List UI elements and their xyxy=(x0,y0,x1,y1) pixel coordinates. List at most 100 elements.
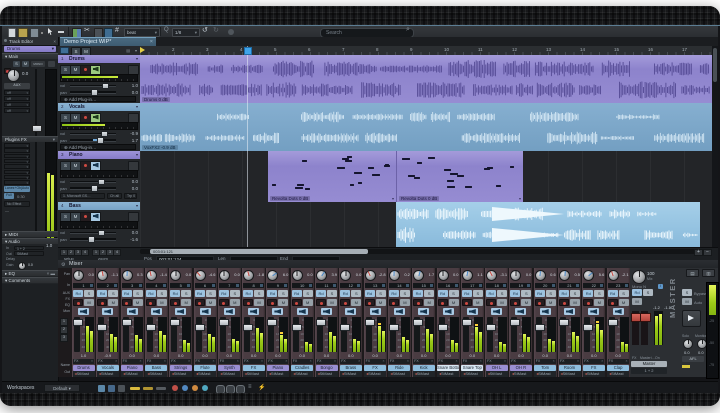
mute-button[interactable]: M xyxy=(108,299,119,306)
clear-icon[interactable]: × xyxy=(115,359,117,364)
range-preset-button[interactable]: 4 xyxy=(113,249,121,256)
mixer-channel-strip[interactable]: -2.8 13 Rd S M 05102040 0.0 ×FX FX ◂StMa… xyxy=(363,268,387,377)
fader-track[interactable] xyxy=(607,317,618,352)
fade-handle-icon[interactable]: ▾ xyxy=(519,196,521,201)
lock-icon[interactable] xyxy=(128,160,139,171)
vocals-clip[interactable]: VoxFX2 -0.9 dB xyxy=(140,103,712,152)
fx-slot[interactable]: × FX xyxy=(583,358,605,364)
channel-name-tag[interactable]: Ride xyxy=(388,364,411,371)
monitor-speaker-icon[interactable] xyxy=(90,211,101,222)
solo-button[interactable]: S xyxy=(521,290,532,297)
monitor-solo-button[interactable]: S xyxy=(682,289,692,296)
read-automation-button[interactable]: Rd xyxy=(340,290,351,297)
fx-slot[interactable]: × FX xyxy=(388,358,410,364)
fx-slot[interactable]: × FX xyxy=(559,358,580,364)
mono-button[interactable]: MONO xyxy=(31,61,45,67)
solo-button[interactable]: S xyxy=(618,290,629,297)
master-name-tag[interactable]: Master xyxy=(631,361,667,367)
fader-track[interactable] xyxy=(267,317,278,352)
aux-send-slot[interactable]: off xyxy=(4,108,30,113)
mixer-channel-strip[interactable]: 0.0 16 Rd S M 05102040 0.0 ×FX Snare Bot… xyxy=(436,268,460,377)
mute-button[interactable]: M xyxy=(497,299,508,306)
pan-slider[interactable]: pan -1.6 xyxy=(58,236,140,243)
output-bus[interactable]: ◂StMast xyxy=(582,371,605,377)
output-bus[interactable]: ◂StMast xyxy=(96,371,119,377)
piano-clip-1[interactable]: Revolta Dots 0 dB ▾ xyxy=(268,151,397,202)
solo-button[interactable]: S xyxy=(156,290,167,297)
read-automation-button[interactable]: Rd xyxy=(583,290,594,297)
master-fx-label[interactable]: FX xyxy=(632,356,636,360)
plugin-slot[interactable] xyxy=(4,180,30,185)
clear-icon[interactable]: × xyxy=(358,359,360,364)
clear-icon[interactable]: × xyxy=(553,359,555,364)
plugin-slot[interactable] xyxy=(4,148,30,153)
master-solo-button[interactable]: S xyxy=(643,289,653,296)
fader-track[interactable] xyxy=(194,317,205,352)
instrument-dropdown[interactable]: 1. Microsoft GS… xyxy=(60,193,105,199)
workspaces-label[interactable]: Workspaces xyxy=(7,385,34,391)
chevron-down-icon[interactable]: ▾ xyxy=(136,104,138,109)
channel-name-tag[interactable]: OH R xyxy=(509,364,532,371)
afl-button[interactable]: AFL xyxy=(682,356,704,362)
clear-icon[interactable]: × xyxy=(237,359,239,364)
pan-fader-track[interactable] xyxy=(35,69,37,237)
output-bus[interactable]: ◂StMast xyxy=(169,371,192,377)
output-bus[interactable]: ◂StMast xyxy=(339,371,362,377)
auto-label[interactable]: Auto xyxy=(694,300,702,305)
record-button[interactable] xyxy=(486,299,497,306)
fx-slot[interactable]: × FX xyxy=(291,358,313,364)
volume-knob[interactable] xyxy=(7,69,20,82)
solo-button[interactable]: S xyxy=(399,290,410,297)
fader-track[interactable] xyxy=(583,317,594,352)
fx-slot[interactable]: × FX xyxy=(461,358,483,364)
grid-view-icon[interactable] xyxy=(98,384,105,392)
pan-fader-handle[interactable] xyxy=(32,125,42,132)
mixer-channel-strip[interactable]: 0.0 5 Rd S M 05102040 0.0 ×FX Strings ◂S… xyxy=(169,268,193,377)
fx-slot[interactable]: × FX xyxy=(267,358,289,364)
clear-icon[interactable]: × xyxy=(140,359,142,364)
output-bus[interactable]: ◂StMast xyxy=(266,371,289,377)
fx-slot[interactable]: × FX xyxy=(73,358,94,364)
mixer-channel-strip[interactable]: 6.0 9 Rd S M 05102040 0.0 ×FX Piano ◂StM… xyxy=(266,268,290,377)
track-title-bar[interactable]: 4 Bass ▾ xyxy=(58,202,140,210)
mute-button[interactable]: M xyxy=(327,299,337,306)
mute-button[interactable]: M xyxy=(156,299,167,306)
lock-icon[interactable] xyxy=(128,211,139,222)
marker-flag-icon[interactable] xyxy=(140,47,145,53)
solo-button[interactable]: S xyxy=(594,290,605,297)
section-main-header[interactable]: ▾ Main xyxy=(2,53,58,59)
mixer-channel-strip[interactable]: 3.9 11 Rd S M 05102040 0.0 ×FX Bongo ◂St… xyxy=(315,268,338,377)
output-bus[interactable]: ◂StMast xyxy=(242,371,265,377)
record-button[interactable] xyxy=(218,299,229,306)
plugin-slot[interactable] xyxy=(4,169,30,174)
record-button[interactable] xyxy=(583,299,594,306)
mixer-view-button[interactable]: 1 xyxy=(60,318,68,326)
mixer-channel-strip[interactable]: -1.1 2 Rd S M 05102040 -0.9 ×FX Vocals ◂… xyxy=(96,268,120,377)
fader-track[interactable] xyxy=(243,317,254,352)
channel-name-tag[interactable]: Brass xyxy=(339,364,362,371)
channel-name-tag[interactable]: Cradles xyxy=(291,364,314,371)
monitor-speaker-button[interactable] xyxy=(418,308,430,315)
mute-button[interactable]: M xyxy=(399,299,410,306)
channel-name-tag[interactable]: FX xyxy=(364,364,387,371)
monitor-speaker-button[interactable] xyxy=(78,308,89,315)
solo-button[interactable]: S xyxy=(424,290,435,297)
read-automation-button[interactable]: Rd xyxy=(534,290,545,297)
grid-mode-dropdown[interactable]: ▾ beat xyxy=(124,27,160,37)
monitor-speaker-button[interactable] xyxy=(491,308,503,315)
channel-name-tag[interactable]: Piano xyxy=(266,364,289,371)
fx-slot[interactable]: × FX xyxy=(607,358,629,364)
mute-button[interactable]: M xyxy=(351,299,362,306)
piano-lane[interactable]: Revolta Dots 0 dB ▾ Revolta Dots 0 dB ▾ xyxy=(140,151,712,203)
channel-name-tag[interactable]: OH L xyxy=(485,364,508,371)
track-selector-dropdown[interactable]: Drums ▾ xyxy=(4,46,56,52)
read-automation-button[interactable]: Rd xyxy=(486,290,497,297)
clear-icon[interactable]: × xyxy=(504,359,506,364)
playhead-marker[interactable] xyxy=(244,47,252,55)
glue-tool-icon[interactable] xyxy=(94,27,103,38)
mixer-channel-strip[interactable]: 0.0 1 Rd S M 05102040 1.0 ×FX Drums ◂StM… xyxy=(72,268,95,377)
read-automation-button[interactable]: Rd xyxy=(510,290,521,297)
mixer-channel-strip[interactable]: 5.6 22 Rd S M 05102040 0.0 ×FX FX ◂StMas… xyxy=(582,268,606,377)
mixer-channel-strip[interactable]: -1.4 4 Rd S M 05102040 0.0 ×FX Bass ◂StM… xyxy=(144,268,168,377)
monitor-mute-button[interactable]: M xyxy=(682,298,692,305)
